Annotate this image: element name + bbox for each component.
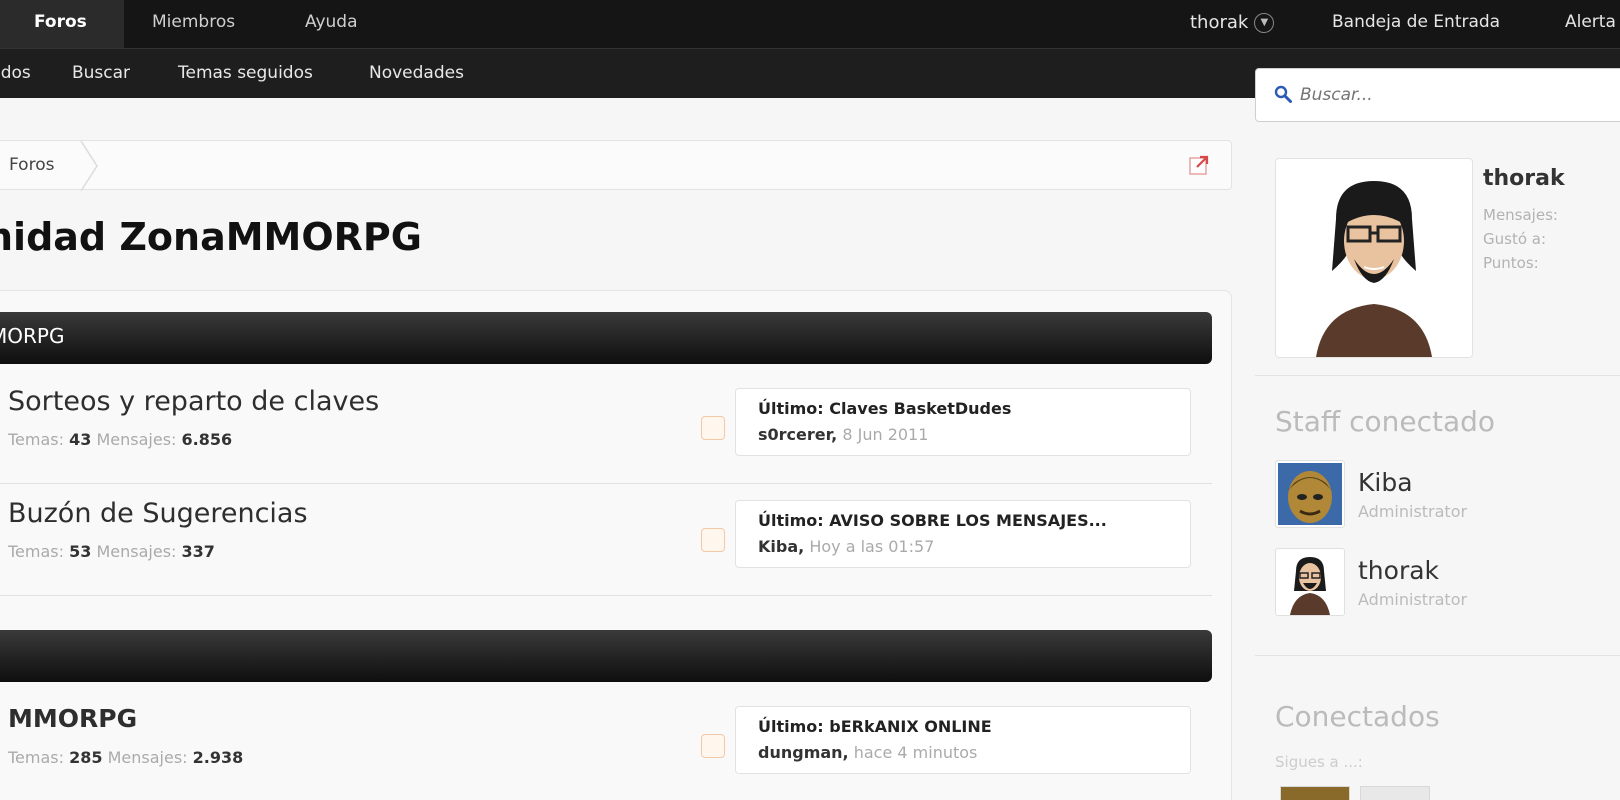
staff-role: Administrator	[1358, 502, 1468, 521]
avatar[interactable]	[1275, 548, 1345, 616]
following-label: Sigues a ...:	[1275, 753, 1363, 771]
last-post-user[interactable]: dungman,	[758, 743, 849, 762]
popout-icon[interactable]	[1187, 153, 1211, 177]
staff-avatar-image	[1290, 557, 1330, 615]
last-post-user[interactable]: Kiba,	[758, 537, 804, 556]
forum-title[interactable]: Buzón de Sugerencias	[8, 498, 308, 529]
forum-stats: Temas: 53 Mensajes: 337	[8, 542, 215, 561]
last-post-date: Hoy a las 01:57	[809, 537, 935, 556]
forum-row[interactable]: Buzón de Sugerencias Temas: 53 Mensajes:…	[0, 484, 1212, 596]
subnav-item-buscar[interactable]: Buscar	[72, 63, 130, 83]
last-post-title[interactable]: Último: bERkANIX ONLINE	[758, 717, 992, 736]
search-icon	[1274, 85, 1292, 103]
tab-ayuda[interactable]: Ayuda	[305, 12, 358, 32]
rss-icon[interactable]	[701, 528, 725, 552]
forum-title[interactable]: MMORPG	[8, 704, 137, 733]
staff-role: Administrator	[1358, 590, 1468, 609]
staff-name[interactable]: Kiba	[1358, 468, 1413, 497]
user-menu[interactable]: thorak ▼	[1190, 12, 1275, 33]
search-input[interactable]	[1300, 81, 1600, 109]
tab-foros[interactable]: Foros	[34, 12, 87, 32]
profile-meta-mensajes: Mensajes:	[1483, 206, 1558, 224]
last-post-meta: dungman, hace 4 minutos	[758, 743, 977, 762]
forum-stats: Temas: 43 Mensajes: 6.856	[8, 430, 233, 449]
page-title: nidad ZonaMMORPG	[0, 215, 422, 259]
staff-online-heading: Staff conectado	[1275, 405, 1496, 438]
last-post-title[interactable]: Último: AVISO SOBRE LOS MENSAJES...	[758, 511, 1107, 530]
last-post: Último: AVISO SOBRE LOS MENSAJES... Kiba…	[735, 500, 1191, 568]
divider	[1255, 655, 1620, 656]
last-post: Último: Claves BasketDudes s0rcerer, 8 J…	[735, 388, 1191, 456]
avatar[interactable]	[1280, 786, 1350, 800]
category-header[interactable]: MORPG	[0, 312, 1212, 364]
last-post-user[interactable]: s0rcerer,	[758, 425, 837, 444]
rss-icon[interactable]	[701, 734, 725, 758]
staff-name[interactable]: thorak	[1358, 556, 1439, 585]
search-box	[1255, 68, 1620, 122]
breadcrumb: Foros	[0, 140, 1232, 191]
last-post: Último: bERkANIX ONLINE dungman, hace 4 …	[735, 706, 1191, 774]
subnav-item-novedades[interactable]: Novedades	[369, 63, 464, 83]
last-post-meta: s0rcerer, 8 Jun 2011	[758, 425, 928, 444]
forum-title[interactable]: Sorteos y reparto de claves	[8, 386, 379, 417]
avatar[interactable]	[1275, 460, 1345, 528]
category-title: MORPG	[0, 324, 65, 348]
chevron-down-icon: ▼	[1254, 12, 1275, 33]
staff-avatar-image	[1278, 463, 1342, 525]
profile-meta-puntos: Puntos:	[1483, 254, 1539, 272]
subnav-item-temas-seguidos[interactable]: Temas seguidos	[178, 63, 313, 83]
alerts-link[interactable]: Alerta	[1565, 12, 1616, 32]
tab-miembros[interactable]: Miembros	[152, 12, 235, 32]
last-post-date: 8 Jun 2011	[842, 425, 929, 444]
subnav-item-partial[interactable]: idos	[0, 63, 31, 83]
divider	[1255, 375, 1620, 376]
forum-row[interactable]: MMORPG Temas: 285 Mensajes: 2.938 Último…	[0, 690, 1212, 800]
inbox-link[interactable]: Bandeja de Entrada	[1332, 12, 1500, 32]
breadcrumb-separator-icon	[80, 141, 98, 191]
last-post-meta: Kiba, Hoy a las 01:57	[758, 537, 934, 556]
last-post-date: hace 4 minutos	[853, 743, 978, 762]
profile-meta-gusto: Gustó a:	[1483, 230, 1547, 248]
category-header[interactable]	[0, 630, 1212, 682]
last-post-title[interactable]: Último: Claves BasketDudes	[758, 399, 1011, 418]
top-nav: Foros Miembros Ayuda thorak ▼ Bandeja de…	[0, 0, 1620, 48]
avatar[interactable]	[1275, 158, 1473, 358]
online-users-heading: Conectados	[1275, 700, 1440, 733]
rss-icon[interactable]	[701, 416, 725, 440]
forum-stats: Temas: 285 Mensajes: 2.938	[8, 748, 244, 767]
breadcrumb-item-foros[interactable]: Foros	[9, 155, 54, 175]
user-avatar-image	[1316, 181, 1432, 357]
profile-name[interactable]: thorak	[1483, 166, 1565, 191]
forum-row[interactable]: Sorteos y reparto de claves Temas: 43 Me…	[0, 372, 1212, 484]
user-menu-name: thorak	[1190, 12, 1249, 33]
avatar[interactable]	[1360, 786, 1430, 800]
